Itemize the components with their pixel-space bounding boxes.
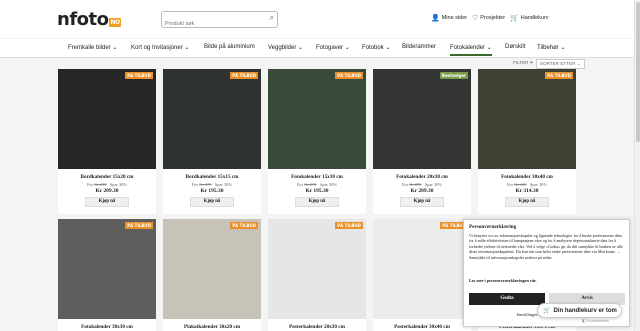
filter-icon: ⏷ [529,60,534,65]
sort-select[interactable]: SORTER ETTER ⌄ [536,59,585,69]
user-icon: 👤 [431,15,440,22]
scanmetrics-logo-icon: ◧ [582,318,586,323]
chevron-down-icon: ⌄ [560,45,566,51]
product-card[interactable]: PÅ TILBUD Bordkalender 15x20 cm Før Kr 2… [58,69,156,214]
nav-veggbilder[interactable]: Veggbilder ⌄ [268,44,303,51]
product-price: Kr 195.30 [200,188,224,194]
product-meta: Før Kr 299 Spar 30% [86,182,128,187]
product-image[interactable] [163,69,261,169]
product-card[interactable]: PÅ TILBUD Fotokalender 30x30 cm [58,219,156,331]
chevron-down-icon: ⌄ [576,61,581,66]
product-title[interactable]: Fotokalender 20x30 cm [373,174,471,180]
chevron-down-icon: ⌄ [112,45,118,51]
buy-button[interactable]: Kjøp nå [295,197,339,207]
nav-kort-invitasjoner[interactable]: Kort og Invitasjoner ⌄ [131,44,189,51]
sale-badge: PÅ TILBUD [335,72,363,79]
product-image[interactable] [268,219,366,319]
accept-cookies-button[interactable]: Godta [469,293,545,305]
nav-fotogaver[interactable]: Fotogaver ⌄ [316,44,350,51]
buy-button[interactable]: Kjøp nå [505,197,549,207]
heart-icon: ♡ [472,15,479,22]
product-image[interactable] [58,69,156,169]
product-title[interactable]: Plakatkalender 30x20 cm [163,324,261,330]
chevron-down-icon: ⌄ [385,45,391,51]
sale-badge: PÅ TILBUD [125,72,153,79]
search-box[interactable]: ⌕ [161,11,278,32]
projects-link[interactable]: ♡ Prosjekter [472,14,505,22]
nav-fotokalender[interactable]: Fotokalender ⌄ [450,44,492,56]
chevron-down-icon: ⌄ [298,45,304,51]
buy-button[interactable]: Kjøp nå [190,197,234,207]
cart-link[interactable]: 🛒 Handlekurv [510,14,549,22]
product-image[interactable] [373,219,471,319]
search-input[interactable] [165,16,260,32]
filter-button[interactable]: FILTER ⏷ [513,60,533,65]
cookie-title: Personvernerklæring [469,224,517,230]
product-title[interactable]: Fotokalender 30x40 cm [478,174,576,180]
product-card[interactable]: Bestselger Fotokalender 20x30 cm Før Kr … [373,69,471,214]
nav-tilbehor[interactable]: Tilbehør ⌄ [537,44,566,51]
privacy-link[interactable]: Les mer i personvernerklæringen vår. [469,278,537,283]
scanmetrics-credit: ◧ ScanMetrics [582,318,609,323]
product-image[interactable] [163,219,261,319]
my-pages-link[interactable]: 👤 Mine sider [431,14,467,22]
sale-badge: PÅ TILBUD [230,72,258,79]
product-price: Kr 195.30 [305,188,329,194]
main-nav: Fremkalle bilder ⌄ Kort og Invitasjoner … [0,39,640,58]
site-header: nfotoNO ⌕ 👤Mine sider ♡Prosjekter 🛒Handl… [0,0,640,38]
nav-bilde-aluminium[interactable]: Bilde på aluminium [204,44,255,50]
cart-icon: 🛒 [543,308,551,314]
product-title[interactable]: Posterkalender 30x40 cm [373,324,471,330]
product-meta: Før Kr 279 Spar 30% [296,182,338,187]
product-card[interactable]: PÅ TILBUD Plakatkalender 30x20 cm [163,219,261,331]
nav-fremkalle-bilder[interactable]: Fremkalle bilder ⌄ [68,44,117,51]
product-card[interactable]: PÅ TILBUD Posterkalender 30x40 cm [373,219,471,331]
product-title[interactable]: Fotokalender 15x30 cm [268,174,366,180]
product-title[interactable]: Bordkalender 15x15 cm [163,174,261,180]
product-image[interactable] [58,219,156,319]
product-title[interactable]: Bordkalender 15x20 cm [58,174,156,180]
chevron-down-icon: ⌄ [344,45,350,51]
product-meta: Før Kr 449 Spar 30% [506,182,548,187]
product-price: Kr 209.30 [410,188,434,194]
scrollbar-thumb[interactable] [636,2,640,142]
product-image[interactable] [373,69,471,169]
chevron-down-icon: ⌄ [184,45,190,51]
floating-cart-button[interactable]: 🛒 Din handlekurv er tom [537,303,622,318]
product-image[interactable] [268,69,366,169]
product-price: Kr 314.30 [515,188,539,194]
nav-fotobok[interactable]: Fotobok ⌄ [362,44,390,51]
chevron-down-icon: ⌄ [486,45,492,51]
product-card[interactable]: PÅ TILBUD Posterkalender 20x30 cm [268,219,366,331]
search-icon[interactable]: ⌕ [270,13,274,23]
bestseller-badge: Bestselger [439,72,468,79]
product-card[interactable]: PÅ TILBUD Bordkalender 15x15 cm Før Kr 2… [163,69,261,214]
product-card[interactable]: PÅ TILBUD Fotokalender 15x30 cm Før Kr 2… [268,69,366,214]
product-price: Kr 209.30 [95,188,119,194]
sale-badge: PÅ TILBUD [545,72,573,79]
product-card[interactable]: PÅ TILBUD Fotokalender 30x40 cm Før Kr 4… [478,69,576,214]
product-meta: Før Kr 299 Spar 30% [401,182,443,187]
sale-badge: PÅ TILBUD [125,222,153,229]
product-title[interactable]: Fotokalender 30x30 cm [58,324,156,330]
cookie-text: Vi benytter oss av informasjonskapsler o… [469,233,623,260]
buy-button[interactable]: Kjøp nå [85,197,129,207]
nav-dorskilt[interactable]: Dørskilt [505,44,525,50]
scrollbar[interactable] [634,0,640,331]
logo[interactable]: nfoto NO [57,9,121,30]
cart-icon: 🛒 [510,15,519,22]
sale-badge: PÅ TILBUD [230,222,258,229]
nav-bilderammer[interactable]: Bilderammer [402,44,436,50]
buy-button[interactable]: Kjøp nå [400,197,444,207]
product-image[interactable] [478,69,576,169]
product-meta: Før Kr 279 Spar 30% [191,182,233,187]
product-title[interactable]: Posterkalender 20x30 cm [268,324,366,330]
sale-badge: PÅ TILBUD [335,222,363,229]
